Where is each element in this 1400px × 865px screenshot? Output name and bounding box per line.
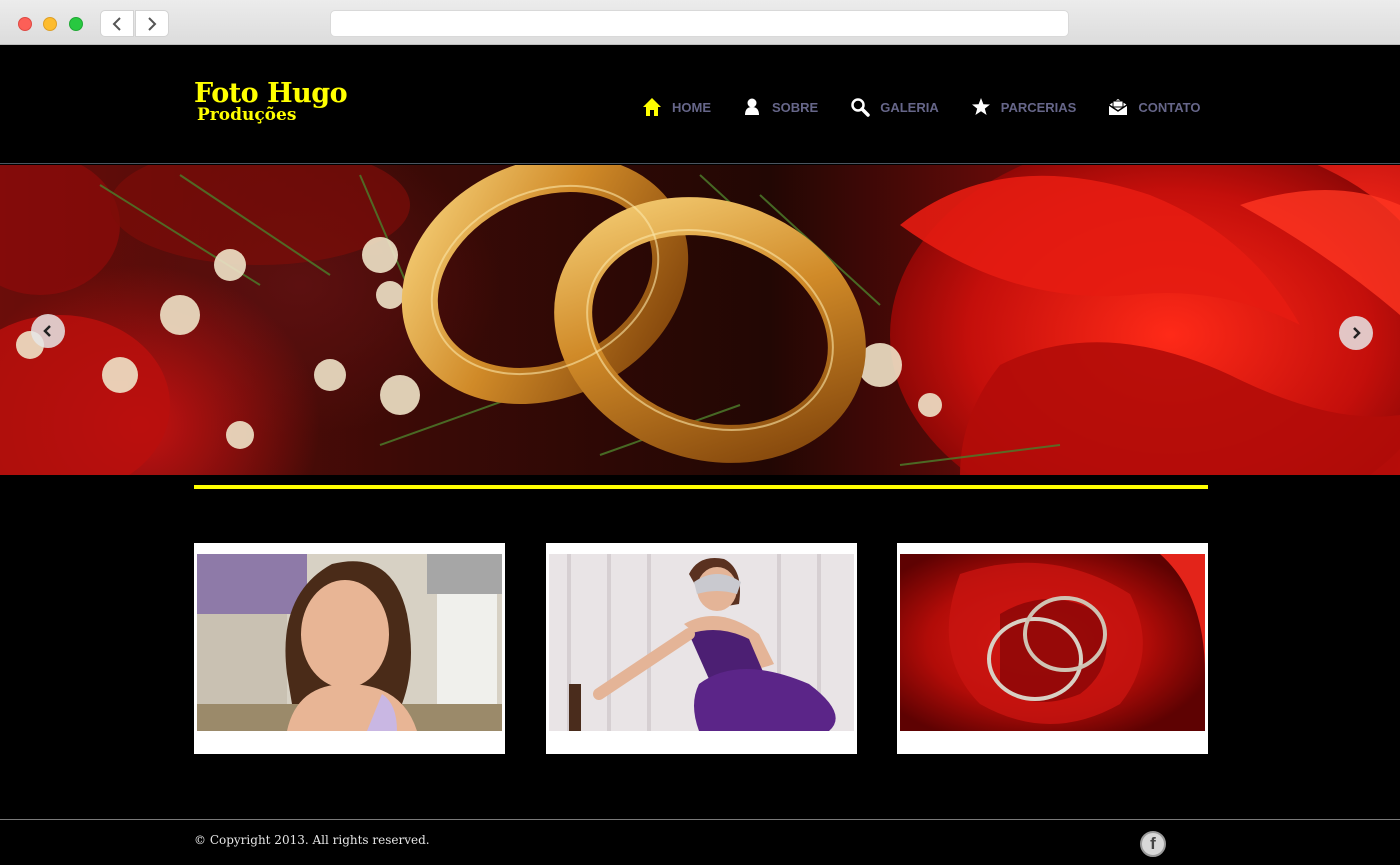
gallery-photo: [197, 554, 502, 731]
logo-subtitle: Produções: [197, 105, 297, 125]
facebook-letter: f: [1150, 834, 1156, 853]
nav-label-home: HOME: [672, 99, 711, 115]
nav-item-home[interactable]: HOME: [642, 94, 711, 120]
nav-label-parcerias: PARCERIAS: [1000, 99, 1077, 115]
close-window-button[interactable]: [18, 17, 32, 31]
chevron-left-icon: [43, 325, 51, 337]
nav-label-sobre: SOBRE: [772, 99, 819, 115]
chevron-left-icon: [112, 16, 121, 31]
browser-toolbar: [0, 0, 1400, 45]
person-icon: [742, 97, 762, 117]
header-divider: [0, 163, 1400, 164]
copyright-text: © Copyright 2013. All rights reserved.: [194, 833, 430, 847]
nav-item-parcerias[interactable]: PARCERIAS: [971, 94, 1077, 120]
envelope-icon: [1108, 97, 1128, 117]
chevron-right-icon: [1353, 327, 1361, 339]
slider-next-button[interactable]: [1339, 316, 1373, 350]
gallery-photo: [900, 554, 1205, 731]
maximize-window-button[interactable]: [69, 17, 83, 31]
star-icon: [971, 97, 991, 117]
logo-title: Foto Hugo: [194, 78, 348, 109]
search-icon: [850, 97, 870, 117]
nav-label-galeria: GALERIA: [880, 99, 939, 115]
browser-forward-button[interactable]: [135, 10, 169, 37]
browser-back-button[interactable]: [100, 10, 134, 37]
site-logo[interactable]: Foto Hugo Produções: [194, 78, 348, 125]
facebook-icon[interactable]: f: [1140, 831, 1166, 857]
nav-label-contato: CONTATO: [1138, 99, 1201, 115]
section-divider: [194, 485, 1208, 489]
minimize-window-button[interactable]: [43, 17, 57, 31]
gallery-item[interactable]: [897, 543, 1208, 754]
slider-prev-button[interactable]: [31, 314, 65, 348]
hero-image: [0, 165, 1400, 475]
gallery-item[interactable]: [194, 543, 505, 754]
main-navigation: HOME SOBRE GALERIA PARCERIAS CONTATO: [642, 94, 1200, 120]
nav-item-galeria[interactable]: GALERIA: [850, 94, 939, 120]
nav-item-contato[interactable]: CONTATO: [1108, 94, 1200, 120]
footer-divider: [0, 819, 1400, 820]
address-bar[interactable]: [330, 10, 1069, 37]
site-header: Foto Hugo Produções HOME SOBRE GALERIA P…: [0, 46, 1400, 164]
hero-slider: [0, 165, 1400, 475]
gallery-item[interactable]: [546, 543, 857, 754]
nav-item-sobre[interactable]: SOBRE: [742, 94, 818, 120]
home-icon: [642, 97, 662, 117]
gallery-photo: [549, 554, 854, 731]
chevron-right-icon: [148, 16, 157, 31]
